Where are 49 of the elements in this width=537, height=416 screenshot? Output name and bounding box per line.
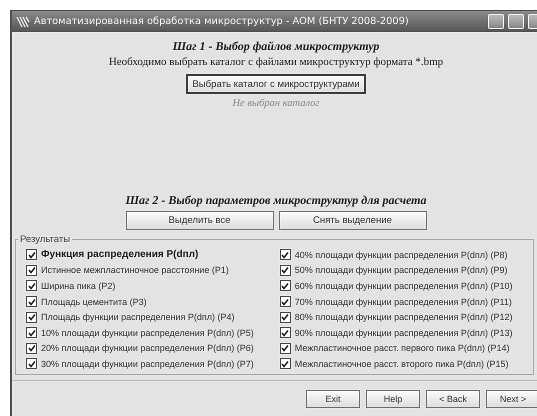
checkbox[interactable] xyxy=(280,249,291,260)
status-text: Не выбран каталог xyxy=(232,98,320,109)
choose-folder-button[interactable]: Выбрать каталог с микроструктурами xyxy=(186,74,366,94)
selection-button[interactable]: Выделить все xyxy=(126,211,274,230)
checkbox-label[interactable]: Межпластиночное расст. первого пика P(dпл) (P14) xyxy=(294,343,510,354)
checkbox-label[interactable]: Функция распределения P(dпл) xyxy=(41,249,198,260)
footer-button[interactable]: Help xyxy=(366,390,420,408)
instruction-text: Необходимо выбрать каталог с файлами микроструктур формата *.bmp xyxy=(108,56,444,68)
step-heading: Шаг 1 - Выбор файлов микроструктур xyxy=(172,39,380,54)
checkbox[interactable] xyxy=(280,358,291,370)
checkbox[interactable] xyxy=(26,358,37,370)
checkbox-label[interactable]: 30% площади функции распределения P(dпл) (P7) xyxy=(41,358,254,369)
checkbox-label[interactable]: Межпластиночное расст. второго пика P(dпл) (P15) xyxy=(294,358,509,369)
checkbox[interactable] xyxy=(26,327,37,338)
checkbox[interactable] xyxy=(26,249,37,260)
checkbox-label[interactable]: Ширина пика (P2) xyxy=(41,280,116,291)
checkbox[interactable] xyxy=(26,312,37,323)
checkbox[interactable] xyxy=(26,264,37,276)
minimize-button[interactable] xyxy=(488,14,504,29)
checkbox-label[interactable]: 70% площади функции распределения P(dпл) (P11) xyxy=(294,296,512,307)
maximize-button[interactable] xyxy=(508,14,524,29)
close-button[interactable] xyxy=(528,14,537,29)
footer-button[interactable]: Exit xyxy=(306,390,360,408)
checkbox[interactable] xyxy=(280,342,291,354)
checkbox-label[interactable]: 10% площади функции распределения P(dпл) (P5) xyxy=(41,328,254,338)
checkbox[interactable] xyxy=(280,280,291,292)
checkbox-label[interactable]: Площадь функции распределения P(dпл) (P4) xyxy=(41,312,235,322)
checkbox-label[interactable]: 80% площади функции распределения P(dпл) (P12) xyxy=(294,312,513,322)
selection-button[interactable]: Снять выделение xyxy=(278,211,426,230)
window-title: Автоматизированная обработка микроструктур - АОМ (БНТУ 2008-2009) xyxy=(34,16,410,27)
checkbox[interactable] xyxy=(280,312,291,323)
checkbox-label[interactable]: 40% площади функции распределения P(dпл) (P8) xyxy=(294,250,508,260)
checkbox[interactable] xyxy=(280,296,291,308)
checkbox-label[interactable]: 60% площади функции распределения P(dпл) (P10) xyxy=(294,280,513,291)
checkbox[interactable] xyxy=(26,296,37,308)
checkbox-label[interactable]: Площадь цементита (P3) xyxy=(41,296,147,307)
checkbox-label[interactable]: 20% площади функции распределения P(dпл) (P6) xyxy=(41,343,254,354)
checkbox[interactable] xyxy=(26,342,37,354)
checkbox-label[interactable]: 90% площади функции распределения P(dпл) (P13) xyxy=(294,328,513,338)
checkbox[interactable] xyxy=(280,327,291,338)
checkbox-label[interactable]: Истинное межпластиночное расстояние (P1) xyxy=(41,265,229,276)
checkbox[interactable] xyxy=(280,264,291,276)
step-heading: Шаг 2 - Выбор параметров микроструктур для расчета xyxy=(125,193,427,208)
checkbox-label[interactable]: 50% площади функции распределения P(dпл) (P9) xyxy=(294,265,508,276)
footer-button[interactable]: Next > xyxy=(486,390,537,408)
group-label: Результаты xyxy=(19,234,72,245)
footer-button[interactable]: < Back xyxy=(426,390,480,408)
checkbox[interactable] xyxy=(26,280,37,292)
app-icon xyxy=(16,16,30,28)
